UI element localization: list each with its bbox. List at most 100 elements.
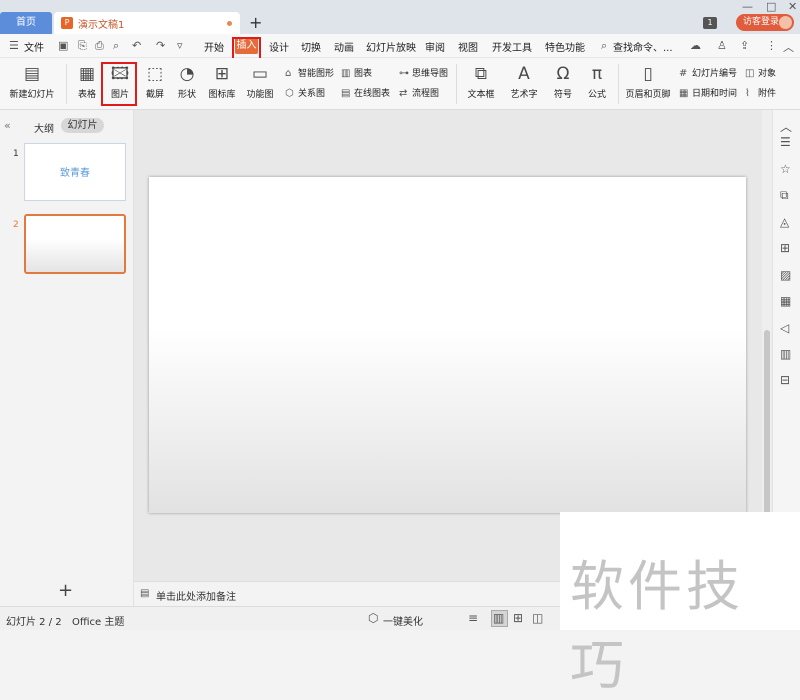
- shape-button[interactable]: ◔ 形状: [174, 64, 200, 100]
- slide-sorter-view-icon[interactable]: ⊞: [513, 611, 523, 625]
- file-menu[interactable]: 文件: [24, 39, 44, 54]
- smart-art-button[interactable]: ⌂ 智能图形: [285, 66, 334, 79]
- textbox-button[interactable]: ⧉ 文本框: [464, 64, 498, 100]
- chart-icon: ▥: [341, 68, 351, 79]
- vertical-scrollbar[interactable]: [762, 110, 772, 581]
- reading-view-icon[interactable]: ◫: [532, 611, 543, 625]
- login-button[interactable]: 访客登录: [736, 14, 794, 31]
- transition-icon[interactable]: ⧉: [780, 188, 789, 203]
- customize-dropdown-icon[interactable]: ▿: [177, 39, 183, 52]
- new-slide-button[interactable]: ▤ 新建幻灯片: [8, 64, 56, 100]
- audio-icon[interactable]: ◁: [780, 321, 789, 335]
- formula-button[interactable]: π 公式: [583, 64, 611, 100]
- close-button[interactable]: ✕: [788, 0, 797, 13]
- icon-library-icon: ⊞: [214, 64, 230, 84]
- screenshot-icon: ⬚: [146, 64, 164, 84]
- window-count-badge[interactable]: 1: [703, 17, 717, 29]
- presentation-icon: P: [61, 17, 73, 29]
- collapse-ribbon-icon[interactable]: ︿: [783, 39, 794, 55]
- flow-chart-button[interactable]: ⇄ 流程图: [399, 86, 439, 99]
- home-tab[interactable]: 首页: [0, 12, 52, 34]
- word-art-button[interactable]: A 艺术字: [507, 64, 541, 100]
- function-chart-button[interactable]: ▭ 功能图: [243, 64, 277, 100]
- normal-view-icon: ▥: [493, 611, 505, 625]
- online-chart-label: 在线图表: [354, 89, 391, 99]
- slides-view-tab[interactable]: 幻灯片: [61, 118, 104, 133]
- save-icon[interactable]: ▣: [58, 39, 68, 52]
- relation-chart-button[interactable]: ⬡ 关系图: [285, 86, 325, 99]
- table-button[interactable]: ▦ 表格: [74, 64, 100, 100]
- image-icon[interactable]: ▨: [780, 268, 791, 282]
- command-search[interactable]: 查找命令、...: [613, 39, 673, 54]
- watermark-text: 软件技巧: [570, 555, 744, 697]
- header-footer-button[interactable]: ▯ 页眉和页脚: [624, 64, 672, 100]
- notes-toggle-icon[interactable]: ≡: [468, 611, 478, 625]
- table-grid-icon[interactable]: ▦: [780, 294, 791, 308]
- outline-view-tab[interactable]: 大纲: [34, 120, 54, 135]
- tab-animation[interactable]: 动画: [334, 39, 354, 54]
- textbox-icon: ⧉: [474, 64, 488, 84]
- undo-icon[interactable]: ↶: [132, 39, 141, 52]
- slide-thumbnail-2[interactable]: [24, 214, 126, 274]
- tab-developer[interactable]: 开发工具: [492, 39, 532, 54]
- current-slide[interactable]: [149, 177, 746, 513]
- tab-special-features[interactable]: 特色功能: [545, 39, 585, 54]
- tab-slideshow[interactable]: 幻灯片放映: [366, 39, 416, 54]
- header-footer-icon: ▯: [643, 64, 653, 84]
- settings-sliders-icon[interactable]: ☰: [780, 135, 791, 149]
- relation-chart-icon: ⬡: [285, 88, 294, 99]
- online-chart-button[interactable]: ▤ 在线图表: [341, 86, 390, 99]
- export-pdf-icon[interactable]: ⎘: [78, 39, 87, 53]
- menu-bar: ☰ 文件 ▣ ⎘ ⎙ ⌕ ↶ ↷ ▿ 开始 插入 设计 切换 动画 幻灯片放映 …: [0, 34, 800, 58]
- bar-chart-icon[interactable]: ▥: [780, 347, 791, 361]
- smart-art-label: 智能图形: [298, 69, 335, 79]
- slide-number-button[interactable]: # 幻灯片编号: [679, 66, 737, 79]
- print-preview-icon[interactable]: ⌕: [113, 39, 119, 53]
- scrollbar-thumb[interactable]: [764, 330, 770, 530]
- date-time-button[interactable]: ▦ 日期和时间: [679, 86, 737, 99]
- cloud-sync-icon[interactable]: ☁: [690, 39, 701, 52]
- symbol-icon: Ω: [556, 64, 570, 84]
- icon-library-button[interactable]: ⊞ 图标库: [206, 64, 238, 100]
- object-icon: ◫: [745, 68, 755, 79]
- login-label: 访客登录: [743, 17, 780, 27]
- collapse-panel-icon[interactable]: «: [4, 119, 11, 132]
- maximize-button[interactable]: □: [766, 0, 776, 13]
- tab-design[interactable]: 设计: [269, 39, 289, 54]
- title-bar: 首页 P 演示文稿1 + 1 访客登录 — □ ✕: [0, 0, 800, 34]
- chart-button[interactable]: ▥ 图表: [341, 66, 372, 79]
- hamburger-menu-icon[interactable]: ☰: [9, 39, 19, 52]
- screenshot-button[interactable]: ⬚ 截屏: [142, 64, 168, 100]
- slide-thumbnail-1[interactable]: 致青春: [24, 143, 126, 201]
- redo-icon[interactable]: ↷: [156, 39, 165, 52]
- add-slide-button[interactable]: +: [58, 580, 73, 601]
- animation-star-icon[interactable]: ☆: [780, 162, 791, 176]
- new-slide-label: 新建幻灯片: [9, 90, 55, 100]
- collaborate-icon[interactable]: ♙: [717, 39, 727, 52]
- share-icon[interactable]: ⇪: [740, 39, 749, 52]
- attachment-button[interactable]: ⌇ 附件: [745, 86, 776, 99]
- more-options-icon[interactable]: ⋮: [766, 39, 777, 52]
- tab-start[interactable]: 开始: [204, 39, 224, 54]
- table-icon: ▦: [78, 64, 96, 84]
- new-slide-icon: ▤: [23, 64, 41, 84]
- layout-grid-icon[interactable]: ⊞: [780, 241, 790, 255]
- object-button[interactable]: ◫ 对象: [745, 66, 776, 79]
- archive-box-icon[interactable]: ⊟: [780, 373, 790, 387]
- theme-name[interactable]: Office 主题: [72, 613, 124, 628]
- tab-transition[interactable]: 切换: [301, 39, 321, 54]
- minimize-button[interactable]: —: [742, 0, 753, 13]
- mind-map-button[interactable]: ⊶ 思维导图: [399, 66, 448, 79]
- one-click-beautify-button[interactable]: 一键美化: [383, 613, 423, 628]
- fill-bucket-icon[interactable]: ◬: [780, 215, 789, 229]
- document-tab[interactable]: P 演示文稿1: [54, 12, 240, 34]
- tab-review[interactable]: 审阅: [425, 39, 445, 54]
- print-icon[interactable]: ⎙: [95, 39, 104, 53]
- function-chart-label: 功能图: [246, 90, 274, 100]
- tab-view[interactable]: 视图: [458, 39, 478, 54]
- calendar-icon: ▦: [679, 88, 689, 99]
- new-tab-button[interactable]: +: [249, 12, 262, 34]
- collapse-sidebar-icon[interactable]: ︿: [780, 118, 792, 135]
- symbol-button[interactable]: Ω 符号: [549, 64, 577, 100]
- shape-icon: ◔: [179, 64, 195, 84]
